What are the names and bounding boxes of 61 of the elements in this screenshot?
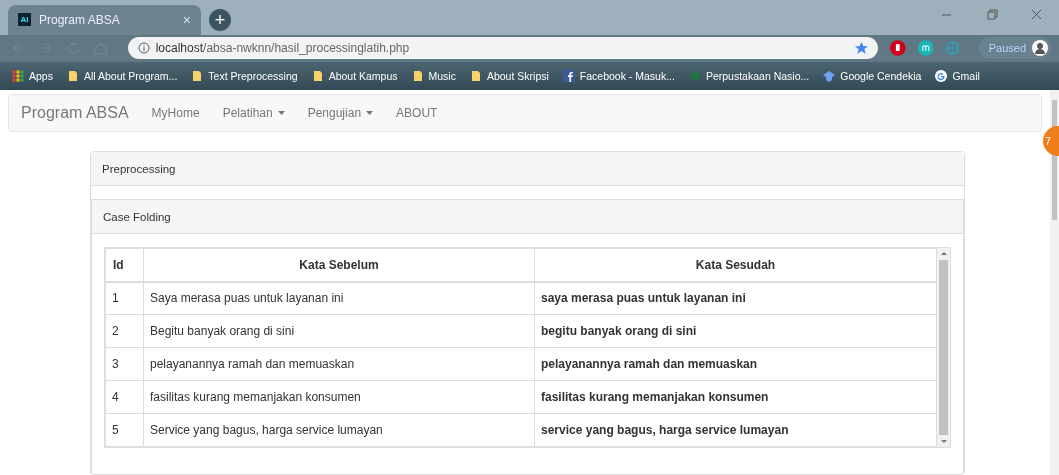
- folder-icon: [66, 69, 79, 82]
- table-cell: 1: [105, 281, 144, 315]
- page-scrollbar[interactable]: [1050, 90, 1059, 475]
- bookmark-link[interactable]: All About Program...: [66, 69, 178, 82]
- bookmark-link[interactable]: Facebook - Masuk...: [562, 69, 675, 82]
- bookmark-link[interactable]: Text Preprocessing: [191, 69, 298, 82]
- nav-link[interactable]: Pelatihan: [222, 106, 285, 120]
- panel-heading: Preprocessing: [91, 152, 964, 186]
- table-cell: fasilitas kurang memanjakan konsumen: [534, 380, 937, 414]
- tab-title: Program ABSA: [39, 12, 121, 27]
- table-cell: Begitu banyak orang di sini: [143, 314, 535, 348]
- m-extension-icon[interactable]: [917, 40, 934, 57]
- bookmark-link[interactable]: About Skripsi: [469, 69, 549, 82]
- star-icon[interactable]: [854, 41, 868, 55]
- column-header: Kata Sesudah: [534, 248, 937, 282]
- table-cell: fasilitas kurang memanjakan konsumen: [143, 380, 535, 414]
- table-cell: pelayanannya ramah dan memuaskan: [143, 347, 535, 381]
- new-tab-button[interactable]: +: [209, 8, 231, 31]
- brand-link[interactable]: Program ABSA: [21, 104, 129, 122]
- folder-icon: [191, 69, 204, 82]
- caret-icon: [366, 111, 374, 115]
- table-cell: Service yang bagus, harga service lumayan: [143, 413, 535, 447]
- table-cell: service yang bagus, harga service lumayan: [534, 413, 937, 447]
- apps-icon: [12, 69, 24, 82]
- table-cell: 5: [105, 413, 144, 447]
- nav-link[interactable]: Pengujian: [307, 106, 374, 120]
- graduation-cap-icon: [823, 69, 836, 82]
- facebook-icon: [562, 69, 575, 82]
- hand-icon[interactable]: [889, 40, 906, 57]
- info-icon: [137, 42, 150, 55]
- star-icon: [688, 69, 701, 82]
- table-cell: 4: [105, 380, 144, 414]
- folder-icon: [469, 69, 482, 82]
- table-cell: saya merasa puas untuk layanan ini: [534, 281, 937, 315]
- browser-tab[interactable]: AI Program ABSA ×: [8, 4, 201, 35]
- globe-icon[interactable]: [945, 40, 961, 57]
- address-bar[interactable]: localhost/absa-nwknn/hasil_processinglatih.php: [127, 37, 878, 60]
- bookmark-link[interactable]: Perpustakaan Nasio...: [688, 69, 810, 82]
- bookmark-link[interactable]: Apps: [12, 69, 53, 82]
- folder-icon: [411, 69, 424, 82]
- url-text: localhost/absa-nwknn/hasil_processinglatih.php: [155, 41, 411, 56]
- column-header: Kata Sebelum: [143, 248, 535, 282]
- folder-icon: [311, 69, 324, 82]
- nav-link[interactable]: MyHome: [151, 106, 200, 120]
- app-favicon: AI: [18, 13, 31, 27]
- bookmark-link[interactable]: Gmail: [935, 69, 980, 82]
- table-cell: pelayanannya ramah dan memuaskan: [534, 347, 937, 381]
- table-cell: 3: [105, 347, 144, 381]
- panel-heading: Case Folding: [92, 200, 963, 234]
- bookmark-link[interactable]: About Kampus: [311, 69, 398, 82]
- table-cell: Saya merasa puas untuk layanan ini: [143, 281, 535, 315]
- nav-link[interactable]: ABOUT: [396, 106, 438, 120]
- avatar-icon: [1032, 40, 1048, 57]
- caret-icon: [277, 111, 285, 115]
- table-cell: begitu banyak orang di sini: [534, 314, 937, 348]
- scrollbar[interactable]: [937, 248, 950, 447]
- bookmark-link[interactable]: Music: [411, 69, 456, 82]
- bookmark-link[interactable]: Google Cendekia: [823, 69, 922, 82]
- table-cell: 2: [105, 314, 144, 348]
- google-icon: [935, 69, 948, 82]
- column-header: Id: [105, 248, 144, 282]
